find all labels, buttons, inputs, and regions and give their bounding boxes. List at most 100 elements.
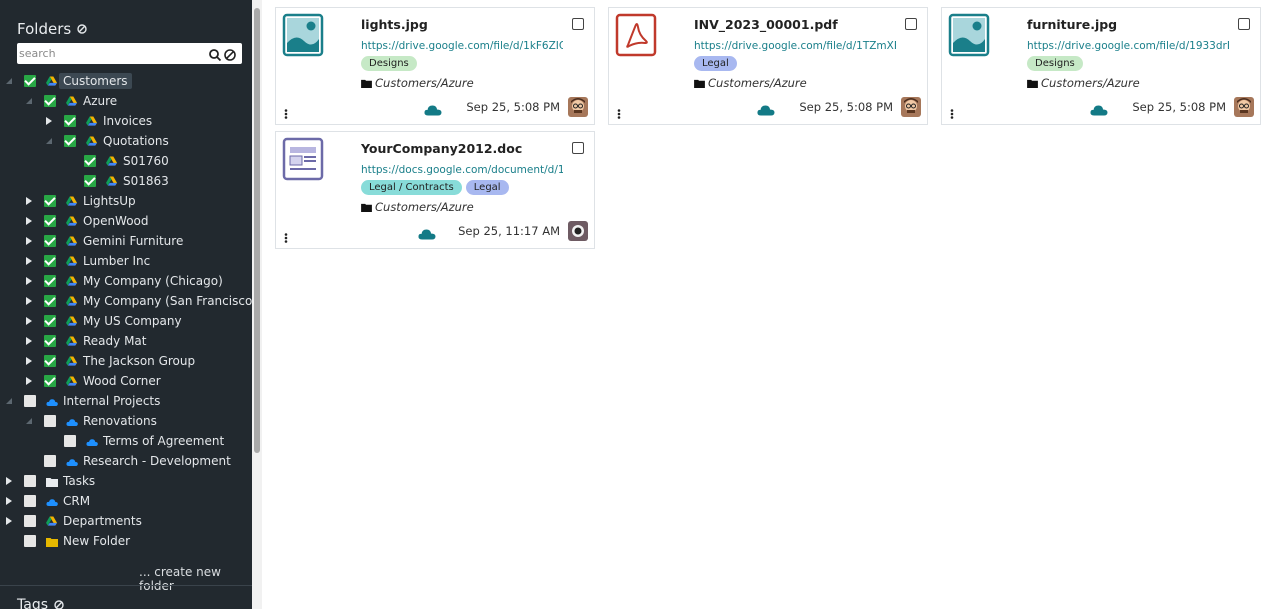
caret-right-icon[interactable] — [24, 236, 34, 246]
select-checkbox[interactable] — [905, 18, 917, 30]
search-icon[interactable] — [208, 47, 222, 61]
folder-checkbox[interactable] — [44, 95, 56, 107]
folder-row[interactable]: Quotations — [44, 131, 169, 151]
create-new-folder-link[interactable]: ... create new folder — [139, 565, 252, 593]
folder-checkbox[interactable] — [84, 175, 96, 187]
folder-row[interactable]: The Jackson Group — [24, 351, 195, 371]
caret-down-icon[interactable] — [4, 396, 14, 406]
tag-badge[interactable]: Legal — [694, 56, 737, 71]
document-title[interactable]: INV_2023_00001.pdf — [694, 17, 838, 32]
document-url-link[interactable]: https://drive.google.com/file/d/1933drEL… — [1027, 40, 1229, 52]
folder-checkbox[interactable] — [24, 395, 36, 407]
caret-down-icon[interactable] — [24, 416, 34, 426]
folder-checkbox[interactable] — [24, 535, 36, 547]
caret-right-icon[interactable] — [24, 336, 34, 346]
owner-avatar[interactable] — [901, 97, 921, 117]
clear-tags-icon[interactable] — [54, 600, 64, 609]
select-checkbox[interactable] — [1238, 18, 1250, 30]
tag-badge[interactable]: Designs — [361, 56, 417, 71]
folder-row[interactable]: Tasks — [4, 471, 95, 491]
tag-badge[interactable]: Designs — [1027, 56, 1083, 71]
clear-filter-icon[interactable] — [77, 24, 87, 34]
clear-search-icon[interactable] — [223, 47, 237, 61]
folder-row[interactable]: S01760 — [64, 151, 169, 171]
folder-row[interactable]: Customers — [4, 71, 132, 91]
folder-checkbox[interactable] — [24, 515, 36, 527]
document-card[interactable]: furniture.jpg https://drive.google.com/f… — [941, 7, 1261, 125]
folder-row[interactable]: Departments — [4, 511, 142, 531]
more-options-icon[interactable] — [284, 228, 288, 243]
document-title[interactable]: furniture.jpg — [1027, 17, 1117, 32]
folder-checkbox[interactable] — [44, 375, 56, 387]
image-icon[interactable] — [948, 13, 990, 57]
caret-right-icon[interactable] — [4, 516, 14, 526]
folder-row[interactable]: New Folder — [4, 531, 130, 551]
folder-checkbox[interactable] — [64, 115, 76, 127]
folder-row[interactable]: My Company (San Francisco) — [24, 291, 252, 311]
folder-row[interactable]: Lumber Inc — [24, 251, 150, 271]
folder-row[interactable]: Gemini Furniture — [24, 231, 183, 251]
folder-row[interactable]: My Company (Chicago) — [24, 271, 223, 291]
more-options-icon[interactable] — [284, 104, 288, 119]
folder-checkbox[interactable] — [44, 455, 56, 467]
select-checkbox[interactable] — [572, 18, 584, 30]
caret-right-icon[interactable] — [24, 256, 34, 266]
folder-row[interactable]: Invoices — [44, 111, 152, 131]
document-card[interactable]: lights.jpg https://drive.google.com/file… — [275, 7, 595, 125]
more-options-icon[interactable] — [950, 104, 954, 119]
folder-row[interactable]: CRM — [4, 491, 90, 511]
folder-checkbox[interactable] — [44, 355, 56, 367]
folder-checkbox[interactable] — [44, 215, 56, 227]
caret-right-icon[interactable] — [24, 276, 34, 286]
caret-down-icon[interactable] — [44, 136, 54, 146]
folder-row[interactable]: Azure — [24, 91, 117, 111]
folder-row[interactable]: LightsUp — [24, 191, 136, 211]
folder-row[interactable]: My US Company — [24, 311, 182, 331]
document-title[interactable]: lights.jpg — [361, 17, 428, 32]
folder-row[interactable]: Research - Development — [24, 451, 231, 471]
caret-right-icon[interactable] — [24, 376, 34, 386]
folder-checkbox[interactable] — [24, 475, 36, 487]
folder-checkbox[interactable] — [44, 235, 56, 247]
folder-checkbox[interactable] — [24, 75, 36, 87]
caret-right-icon[interactable] — [4, 496, 14, 506]
folder-row[interactable]: Wood Corner — [24, 371, 161, 391]
document-url-link[interactable]: https://docs.google.com/document/d/17TAb… — [361, 164, 563, 176]
folder-checkbox[interactable] — [44, 255, 56, 267]
sidebar-scrollbar[interactable] — [252, 0, 262, 609]
caret-right-icon[interactable] — [24, 296, 34, 306]
folder-checkbox[interactable] — [24, 495, 36, 507]
folder-row[interactable]: OpenWood — [24, 211, 149, 231]
tag-badge[interactable]: Legal — [465, 180, 509, 195]
caret-right-icon[interactable] — [4, 476, 14, 486]
doc-icon[interactable] — [282, 137, 324, 181]
tag-badge[interactable]: Legal / Contracts — [361, 180, 462, 195]
document-url-link[interactable]: https://drive.google.com/file/d/1kF6ZIQU… — [361, 40, 563, 52]
more-options-icon[interactable] — [617, 104, 621, 119]
caret-down-icon[interactable] — [24, 96, 34, 106]
folder-checkbox[interactable] — [44, 315, 56, 327]
pdf-icon[interactable] — [615, 13, 657, 57]
folder-checkbox[interactable] — [44, 195, 56, 207]
folder-row[interactable]: Internal Projects — [4, 391, 160, 411]
owner-avatar[interactable] — [568, 221, 588, 241]
folder-checkbox[interactable] — [44, 415, 56, 427]
caret-right-icon[interactable] — [24, 216, 34, 226]
select-checkbox[interactable] — [572, 142, 584, 154]
folder-checkbox[interactable] — [64, 135, 76, 147]
folder-checkbox[interactable] — [64, 435, 76, 447]
document-title[interactable]: YourCompany2012.doc — [361, 141, 522, 156]
caret-right-icon[interactable] — [24, 196, 34, 206]
caret-down-icon[interactable] — [4, 76, 14, 86]
owner-avatar[interactable] — [1234, 97, 1254, 117]
folder-search-input[interactable] — [17, 47, 207, 60]
folder-row[interactable]: Ready Mat — [24, 331, 146, 351]
caret-right-icon[interactable] — [24, 356, 34, 366]
folder-row[interactable]: S01863 — [64, 171, 169, 191]
document-url-link[interactable]: https://drive.google.com/file/d/1TZmXBng… — [694, 40, 896, 52]
image-icon[interactable] — [282, 13, 324, 57]
folder-checkbox[interactable] — [84, 155, 96, 167]
folder-row[interactable]: Renovations — [24, 411, 157, 431]
caret-right-icon[interactable] — [24, 316, 34, 326]
owner-avatar[interactable] — [568, 97, 588, 117]
